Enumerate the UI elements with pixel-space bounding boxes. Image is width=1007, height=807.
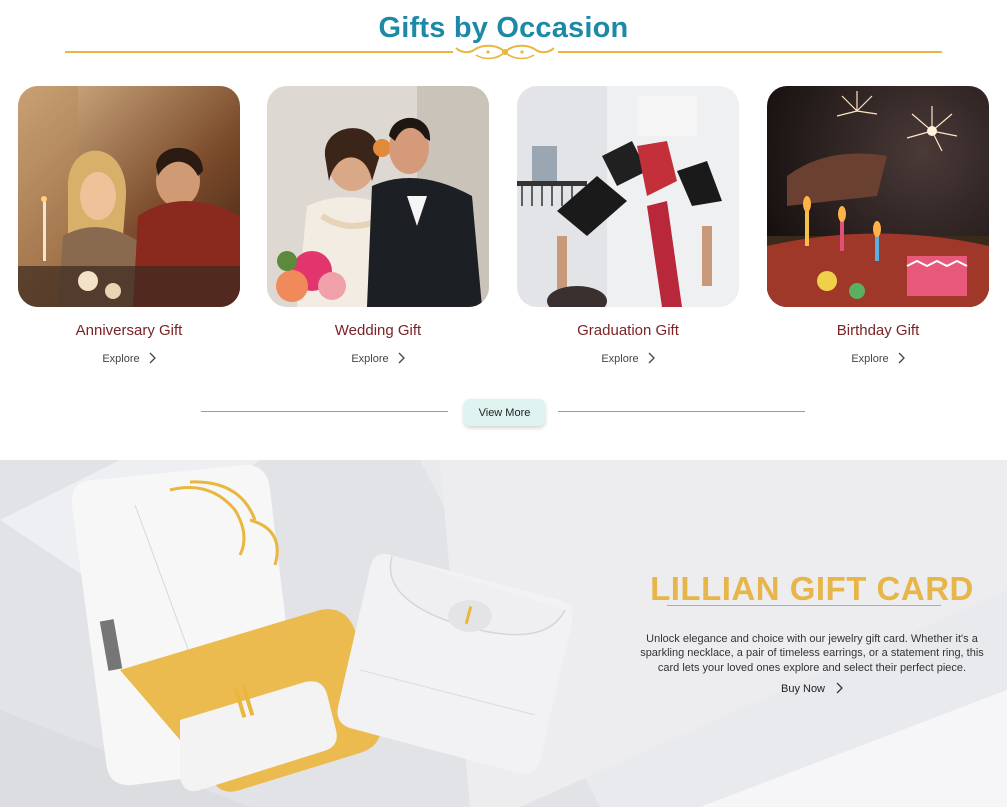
chevron-right-icon xyxy=(648,352,655,364)
explore-link[interactable]: Explore xyxy=(517,352,739,365)
explore-link[interactable]: Explore xyxy=(267,352,489,365)
occasion-name: Anniversary Gift xyxy=(75,322,183,339)
explore-link[interactable]: Explore xyxy=(18,352,240,365)
anniversary-photo[interactable] xyxy=(18,86,240,307)
chevron-right-icon xyxy=(149,352,156,364)
view-more-rule-left xyxy=(201,411,448,412)
chevron-right-icon xyxy=(836,682,843,694)
view-more-rule-right xyxy=(558,411,805,412)
section-title: Gifts by Occasion xyxy=(378,12,629,44)
gift-card-title-underline xyxy=(667,605,941,606)
divider-ornament-icon xyxy=(455,44,555,60)
chevron-right-icon xyxy=(898,352,905,364)
explore-label: Explore xyxy=(102,353,140,365)
explore-label: Explore xyxy=(851,353,889,365)
gift-card-description: Unlock elegance and choice with our jewe… xyxy=(640,633,984,674)
birthday-photo[interactable] xyxy=(767,86,989,307)
occasion-name: Wedding Gift xyxy=(334,322,422,339)
view-more-button[interactable]: View More xyxy=(464,399,545,426)
title-rule-right xyxy=(558,51,942,53)
graduation-photo[interactable] xyxy=(517,86,739,307)
wedding-photo[interactable] xyxy=(267,86,489,307)
buy-now-link[interactable]: Buy Now xyxy=(640,682,984,695)
buy-now-label: Buy Now xyxy=(780,683,826,695)
chevron-right-icon xyxy=(398,352,405,364)
occasion-name: Graduation Gift xyxy=(577,322,679,339)
occasion-card-birthday[interactable]: Birthday Gift Explore xyxy=(767,86,989,365)
title-rule-left xyxy=(65,51,453,53)
gift-card-title: LILLIAN GIFT CARD xyxy=(650,570,974,607)
occasion-name: Birthday Gift xyxy=(836,322,920,339)
occasion-card-graduation[interactable]: Graduation Gift Explore xyxy=(517,86,739,365)
occasion-card-wedding[interactable]: Wedding Gift Explore xyxy=(267,86,489,365)
explore-label: Explore xyxy=(351,353,389,365)
explore-label: Explore xyxy=(601,353,639,365)
explore-link[interactable]: Explore xyxy=(767,352,989,365)
occasion-card-anniversary[interactable]: Anniversary Gift Explore xyxy=(18,86,240,365)
